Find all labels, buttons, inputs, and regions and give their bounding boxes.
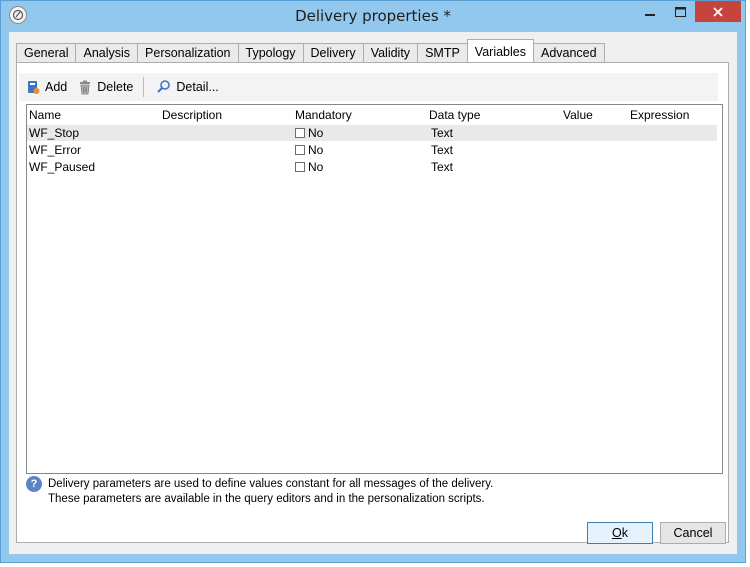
maximize-button[interactable] bbox=[665, 1, 695, 22]
tab-typology[interactable]: Typology bbox=[237, 43, 303, 63]
mandatory-checkbox[interactable] bbox=[295, 162, 305, 172]
help-icon: ? bbox=[26, 476, 42, 492]
tab-delivery[interactable]: Delivery bbox=[302, 43, 363, 63]
tab-general[interactable]: General bbox=[16, 43, 76, 63]
column-description[interactable]: Description bbox=[162, 108, 222, 122]
cell-name: WF_Stop bbox=[29, 126, 80, 140]
cell-data-type: Text bbox=[431, 126, 454, 140]
tab-validity[interactable]: Validity bbox=[362, 43, 418, 63]
maximize-icon bbox=[674, 6, 686, 17]
delete-label: Delete bbox=[97, 80, 134, 94]
cell-mandatory: No bbox=[295, 126, 323, 140]
variables-table[interactable]: Name Description Mandatory Data type Val… bbox=[26, 104, 723, 474]
cancel-button[interactable]: Cancel bbox=[660, 522, 726, 544]
cell-mandatory: No bbox=[295, 160, 323, 174]
add-button[interactable]: Add bbox=[25, 79, 67, 95]
table-row[interactable]: WF_Error No Text bbox=[27, 142, 717, 158]
table-header: Name Description Mandatory Data type Val… bbox=[27, 105, 722, 125]
tab-advanced[interactable]: Advanced bbox=[533, 43, 605, 63]
cell-name: WF_Paused bbox=[29, 160, 96, 174]
dialog-body: General Analysis Personalization Typolog… bbox=[9, 32, 737, 554]
column-name[interactable]: Name bbox=[29, 108, 61, 122]
tab-smtp[interactable]: SMTP bbox=[417, 43, 467, 63]
minimize-button[interactable] bbox=[635, 1, 665, 22]
mandatory-checkbox[interactable] bbox=[295, 128, 305, 138]
column-data-type[interactable]: Data type bbox=[429, 108, 480, 122]
mandatory-checkbox[interactable] bbox=[295, 145, 305, 155]
cell-mandatory: No bbox=[295, 143, 323, 157]
add-label: Add bbox=[45, 80, 68, 94]
info-line-1: Delivery parameters are used to define v… bbox=[48, 478, 494, 490]
tab-analysis[interactable]: Analysis bbox=[75, 43, 138, 63]
info-line-2: These parameters are available in the qu… bbox=[48, 493, 485, 505]
table-row[interactable]: WF_Paused No Text bbox=[27, 159, 717, 175]
magnifier-icon bbox=[156, 79, 172, 95]
close-icon bbox=[713, 6, 723, 17]
title-bar[interactable]: Delivery properties * bbox=[1, 1, 745, 31]
close-button[interactable] bbox=[695, 1, 741, 22]
cell-name: WF_Error bbox=[29, 143, 81, 157]
cell-data-type: Text bbox=[431, 143, 454, 157]
tab-personalization[interactable]: Personalization bbox=[137, 43, 238, 63]
ok-button[interactable]: Ok bbox=[587, 522, 653, 544]
tab-variables[interactable]: Variables bbox=[466, 39, 534, 63]
detail-label: Detail... bbox=[176, 80, 219, 94]
add-icon bbox=[25, 79, 41, 95]
toolbar: Add Delete Detail... bbox=[19, 73, 718, 101]
column-expression[interactable]: Expression bbox=[630, 108, 689, 122]
tab-strip: General Analysis Personalization Typolog… bbox=[16, 39, 605, 63]
column-mandatory[interactable]: Mandatory bbox=[295, 108, 352, 122]
minimize-icon bbox=[645, 13, 655, 16]
toolbar-separator bbox=[143, 77, 145, 97]
window-title: Delivery properties * bbox=[295, 7, 451, 25]
cell-data-type: Text bbox=[431, 160, 454, 174]
table-row[interactable]: WF_Stop No Text bbox=[27, 125, 717, 141]
column-value[interactable]: Value bbox=[563, 108, 593, 122]
dialog-window: Delivery properties * General Analysis P… bbox=[0, 0, 746, 563]
detail-button[interactable]: Detail... bbox=[156, 79, 219, 95]
delete-button[interactable]: Delete bbox=[77, 79, 133, 95]
trash-icon bbox=[77, 79, 93, 95]
info-text: Delivery parameters are used to define v… bbox=[48, 477, 493, 507]
